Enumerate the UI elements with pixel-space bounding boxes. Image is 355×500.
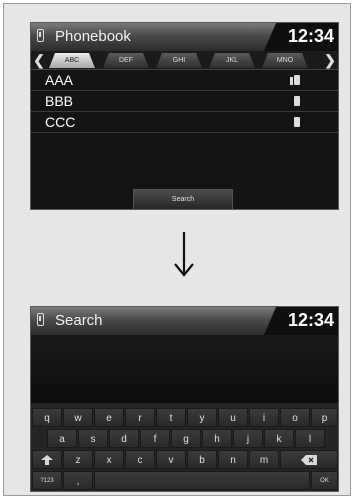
clock: 12:34	[287, 26, 334, 46]
key-u[interactable]: u	[218, 408, 248, 427]
key-d[interactable]: d	[109, 429, 139, 448]
key-n[interactable]: n	[218, 450, 248, 469]
key-g[interactable]: g	[171, 429, 201, 448]
contact-list: AAA BBB CCC	[31, 70, 338, 133]
key-f[interactable]: f	[140, 429, 170, 448]
key-o[interactable]: o	[280, 408, 310, 427]
search-title: Search	[55, 312, 103, 329]
shift-arrow-icon[interactable]	[32, 450, 62, 469]
phone-icon	[37, 313, 44, 326]
phonebook-title: Phonebook	[55, 28, 131, 45]
key-q[interactable]: q	[32, 408, 62, 427]
key-k[interactable]: k	[264, 429, 294, 448]
on-screen-keyboard: q w e r t y u i o p a s d f g h j k l z …	[31, 403, 338, 491]
key-v[interactable]: v	[156, 450, 186, 469]
numbers-key[interactable]: ?123	[32, 471, 62, 490]
search-input[interactable]	[31, 335, 338, 403]
space-key[interactable]	[94, 471, 310, 490]
down-arrow-icon	[174, 232, 194, 277]
next-tabs-arrow-icon[interactable]: ❯	[323, 51, 337, 69]
key-h[interactable]: h	[202, 429, 232, 448]
figure-frame: Phonebook 12:34 ❮ ABC DEF GHI JKL MNO ❯ …	[3, 3, 351, 496]
contact-row-ccc[interactable]: CCC	[31, 112, 338, 133]
alphabet-tab-bar: ❮ ABC DEF GHI JKL MNO ❯	[31, 51, 338, 70]
key-x[interactable]: x	[94, 450, 124, 469]
key-b[interactable]: b	[187, 450, 217, 469]
tab-def[interactable]: DEF	[103, 53, 149, 68]
phone-icon	[294, 117, 300, 127]
search-screen: Search 12:34 q w e r t y u i o p a s d f…	[30, 306, 339, 492]
key-l[interactable]: l	[295, 429, 325, 448]
contact-row-bbb[interactable]: BBB	[31, 91, 338, 112]
key-y[interactable]: y	[187, 408, 217, 427]
comma-key[interactable]: ,	[63, 471, 93, 490]
key-r[interactable]: r	[125, 408, 155, 427]
key-e[interactable]: e	[94, 408, 124, 427]
search-title-bar: Search 12:34	[31, 307, 338, 335]
tab-abc[interactable]: ABC	[49, 53, 95, 68]
key-z[interactable]: z	[63, 450, 93, 469]
previous-tabs-arrow-icon[interactable]: ❮	[32, 51, 46, 69]
phonebook-screen: Phonebook 12:34 ❮ ABC DEF GHI JKL MNO ❯ …	[30, 22, 339, 210]
key-w[interactable]: w	[63, 408, 93, 427]
phonebook-title-bar: Phonebook 12:34	[31, 23, 338, 51]
tab-ghi[interactable]: GHI	[156, 53, 202, 68]
key-c[interactable]: c	[125, 450, 155, 469]
tab-mno[interactable]: MNO	[262, 53, 308, 68]
tab-jkl[interactable]: JKL	[209, 53, 255, 68]
multiple-phones-icon	[290, 75, 300, 85]
key-m[interactable]: m	[249, 450, 279, 469]
key-s[interactable]: s	[78, 429, 108, 448]
phone-icon	[37, 29, 44, 42]
contact-name: CCC	[45, 114, 76, 130]
key-a[interactable]: a	[47, 429, 77, 448]
search-button[interactable]: Search	[133, 189, 233, 209]
key-j[interactable]: j	[233, 429, 263, 448]
contact-row-aaa[interactable]: AAA	[31, 70, 338, 91]
key-i[interactable]: i	[249, 408, 279, 427]
contact-name: BBB	[45, 93, 74, 109]
backspace-icon[interactable]	[280, 450, 338, 469]
clock: 12:34	[287, 310, 334, 330]
contact-name: AAA	[45, 72, 74, 88]
ok-button[interactable]: OK	[311, 471, 338, 490]
phone-icon	[294, 96, 300, 106]
key-t[interactable]: t	[156, 408, 186, 427]
key-p[interactable]: p	[311, 408, 338, 427]
